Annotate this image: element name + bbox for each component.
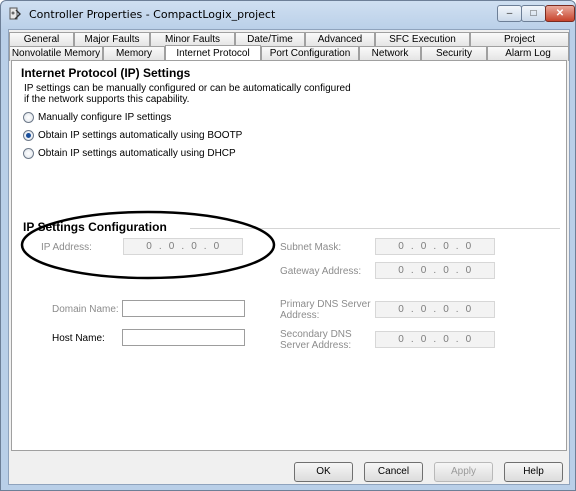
tab-security[interactable]: Security — [421, 46, 487, 61]
gateway-address-label: Gateway Address: — [280, 266, 362, 277]
dhcp-radio[interactable] — [23, 148, 34, 159]
manual-ip-radio[interactable] — [23, 112, 34, 123]
minimize-button[interactable]: – — [497, 5, 522, 22]
close-button[interactable]: ✕ — [545, 5, 575, 22]
host-name-label: Host Name: — [52, 333, 105, 344]
title-bar[interactable]: Controller Properties - CompactLogix_pro… — [1, 1, 575, 29]
window-title: Controller Properties - CompactLogix_pro… — [29, 8, 276, 21]
bootp-option[interactable]: Obtain IP settings automatically using B… — [23, 129, 242, 142]
help-button[interactable]: Help — [504, 462, 563, 482]
tab-general[interactable]: General — [9, 32, 74, 47]
tab-port-configuration[interactable]: Port Configuration — [261, 46, 359, 61]
ok-button[interactable]: OK — [294, 462, 353, 482]
secondary-dns-field[interactable]: 0 . 0 . 0 . 0 — [375, 331, 495, 348]
tab-nonvolatile-memory[interactable]: Nonvolatile Memory — [9, 46, 103, 61]
tab-row-1: General Major Faults Minor Faults Date/T… — [9, 32, 569, 47]
ip-settings-title: Internet Protocol (IP) Settings — [21, 66, 191, 80]
ip-settings-description-line2: if the network supports this capability. — [24, 94, 190, 105]
secondary-dns-label-line1: Secondary DNS — [280, 329, 352, 340]
tab-major-faults[interactable]: Major Faults — [74, 32, 150, 47]
subnet-mask-label: Subnet Mask: — [280, 242, 342, 253]
maximize-button[interactable]: □ — [521, 5, 546, 22]
primary-dns-label-line2: Address: — [280, 310, 320, 321]
tab-memory[interactable]: Memory — [103, 46, 165, 61]
gateway-address-field[interactable]: 0 . 0 . 0 . 0 — [375, 262, 495, 279]
subnet-mask-field[interactable]: 0 . 0 . 0 . 0 — [375, 238, 495, 255]
manual-ip-option[interactable]: Manually configure IP settings — [23, 111, 171, 124]
tab-sfc-execution[interactable]: SFC Execution — [375, 32, 470, 47]
tab-row-2: Nonvolatile Memory Memory Internet Proto… — [9, 45, 569, 62]
annotation-ellipse — [20, 210, 276, 280]
bootp-label: Obtain IP settings automatically using B… — [38, 130, 243, 141]
dhcp-label: Obtain IP settings automatically using D… — [38, 148, 236, 159]
cancel-button[interactable]: Cancel — [364, 462, 423, 482]
controller-properties-window: Controller Properties - CompactLogix_pro… — [0, 0, 576, 491]
dhcp-option[interactable]: Obtain IP settings automatically using D… — [23, 147, 236, 160]
tab-alarm-log[interactable]: Alarm Log — [487, 46, 569, 61]
primary-dns-field[interactable]: 0 . 0 . 0 . 0 — [375, 301, 495, 318]
ip-settings-description-line1: IP settings can be manually configured o… — [24, 83, 351, 94]
tab-project[interactable]: Project — [470, 32, 569, 47]
tab-network[interactable]: Network — [359, 46, 421, 61]
domain-name-label: Domain Name: — [52, 304, 119, 315]
manual-ip-label: Manually configure IP settings — [38, 112, 172, 123]
tab-advanced[interactable]: Advanced — [305, 32, 375, 47]
domain-name-input[interactable] — [122, 300, 245, 317]
apply-button[interactable]: Apply — [434, 462, 493, 482]
primary-dns-label-line1: Primary DNS Server — [280, 299, 371, 310]
host-name-input[interactable] — [122, 329, 245, 346]
controller-properties-icon — [9, 7, 21, 20]
secondary-dns-label-line2: Server Address: — [280, 340, 352, 351]
bootp-radio[interactable] — [23, 130, 34, 141]
